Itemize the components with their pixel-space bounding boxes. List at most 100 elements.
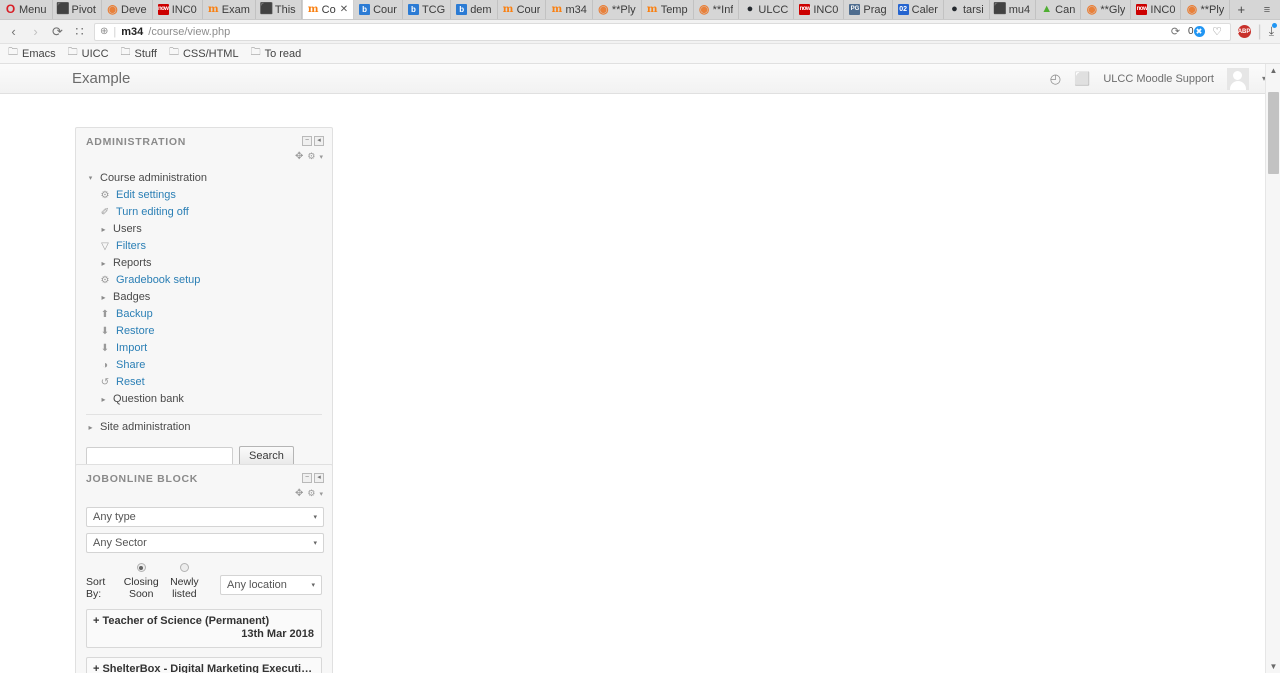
- bookmark-item[interactable]: 🗀 CSS/HTML: [169, 45, 239, 62]
- sidebar-item-edit-settings[interactable]: ⚙ Edit settings: [99, 187, 322, 204]
- adblock-plus-icon[interactable]: ABP: [1237, 25, 1251, 38]
- sidebar-item-turn-editing-off[interactable]: ✐ Turn editing off: [99, 204, 322, 221]
- radio-newly-listed[interactable]: [179, 563, 189, 572]
- browser-tab[interactable]: now INC0: [153, 0, 203, 19]
- browser-tab[interactable]: now INC0: [1131, 0, 1182, 19]
- course-content-area: ADMINISTRATION − ◂ ✥ ⚙ ▾ ▾ Course admini…: [0, 94, 1280, 673]
- browser-tab[interactable]: O Menu: [0, 0, 53, 19]
- avatar[interactable]: [1226, 67, 1249, 90]
- heart-icon[interactable]: ♡: [1210, 24, 1225, 40]
- notifications-icon[interactable]: ◴: [1050, 71, 1061, 87]
- jobonline-block-body: Any type ▾ Any Sector ▾ Sort By: Closing…: [76, 499, 332, 673]
- browser-tab[interactable]: ◉ **Ply: [1181, 0, 1231, 19]
- browser-tab[interactable]: 02 Caler: [893, 0, 944, 19]
- tab-title: **Ply: [1200, 3, 1225, 16]
- tab-list-button[interactable]: ≡: [1258, 0, 1276, 20]
- sidebar-item-badges[interactable]: ▸ Badges: [99, 289, 322, 306]
- vertical-scrollbar[interactable]: ▲ ▼: [1265, 64, 1280, 673]
- collapse-icon[interactable]: −: [302, 136, 312, 146]
- back-icon[interactable]: ‹: [6, 24, 21, 40]
- search-button[interactable]: Search: [239, 446, 294, 466]
- job-location-select[interactable]: Any location ▾: [219, 575, 322, 595]
- browser-tab[interactable]: b Cour: [354, 0, 403, 19]
- blocked-trackers-badge[interactable]: 0 ✖: [1188, 26, 1205, 37]
- sidebar-item-gradebook-setup[interactable]: ⚙ Gradebook setup: [99, 272, 322, 289]
- sidebar-item-share[interactable]: ◑ Share: [99, 357, 322, 374]
- browser-tab[interactable]: m Co ✕: [301, 0, 355, 19]
- speed-dial-icon[interactable]: ∷: [72, 24, 87, 40]
- job-title: + ShelterBox - Digital Marketing Executiv…: [93, 663, 314, 673]
- browser-tab[interactable]: ● ULCC: [739, 0, 795, 19]
- browser-tab[interactable]: b TCG: [403, 0, 452, 19]
- browser-tab[interactable]: ◉ Deve: [102, 0, 153, 19]
- scrollbar-thumb[interactable]: [1268, 92, 1279, 174]
- move-icon[interactable]: ✥: [295, 151, 303, 162]
- chevron-down-icon[interactable]: ▾: [319, 490, 323, 498]
- globe-icon: ⊕: [100, 26, 109, 37]
- admin-search-row: Search: [86, 436, 322, 466]
- sort-option-newly-listed[interactable]: Newly listed: [163, 563, 206, 600]
- browser-tab[interactable]: m Temp: [642, 0, 694, 19]
- gear-icon[interactable]: ⚙: [307, 151, 315, 162]
- collapse-icon[interactable]: −: [302, 473, 312, 483]
- new-tab-button[interactable]: +: [1230, 0, 1252, 19]
- browser-tab[interactable]: ◉ **Inf: [694, 0, 740, 19]
- gear-icon[interactable]: ⚙: [307, 488, 315, 499]
- address-bar[interactable]: ⊕ | m34 /course/view.php ⟳ 0 ✖ ♡: [94, 22, 1231, 41]
- sort-option-closing-soon[interactable]: Closing Soon: [120, 563, 163, 600]
- job-type-select[interactable]: Any type ▾: [86, 507, 324, 527]
- browser-tab[interactable]: m m34: [546, 0, 593, 19]
- browser-tab[interactable]: ▲ Can: [1036, 0, 1082, 19]
- bookmark-item[interactable]: 🗀 UICC: [68, 45, 109, 62]
- bookmark-item[interactable]: 🗀 Emacs: [8, 45, 56, 62]
- document-icon: ⬛: [993, 3, 1008, 15]
- chevron-down-icon[interactable]: ▾: [319, 153, 323, 161]
- browser-tab[interactable]: ● tarsi: [944, 0, 990, 19]
- sidebar-item-reports[interactable]: ▸ Reports: [99, 255, 322, 272]
- dock-icon[interactable]: ◂: [314, 473, 324, 483]
- sidebar-item-users[interactable]: ▸ Users: [99, 221, 322, 238]
- job-list-item[interactable]: + Teacher of Science (Permanent) 13th Mar …: [86, 609, 322, 648]
- browser-tab[interactable]: now INC0: [794, 0, 845, 19]
- messages-icon[interactable]: ⬜: [1074, 71, 1090, 87]
- page-reload-icon[interactable]: ⟳: [1168, 24, 1183, 40]
- search-input[interactable]: [86, 446, 233, 466]
- reload-icon[interactable]: ⟳: [50, 24, 65, 40]
- sidebar-item-restore[interactable]: ⬇ Restore: [99, 323, 322, 340]
- sidebar-item-filters[interactable]: ▽ Filters: [99, 238, 322, 255]
- expand-icon[interactable]: +: [93, 615, 99, 627]
- download-icon[interactable]: ⤓: [1269, 23, 1277, 39]
- dock-icon[interactable]: ◂: [314, 136, 324, 146]
- forward-icon[interactable]: ›: [28, 24, 43, 40]
- scroll-up-arrow[interactable]: ▲: [1266, 64, 1280, 77]
- browser-tab[interactable]: ⬛ mu4: [990, 0, 1037, 19]
- browser-tab[interactable]: m Exam: [203, 0, 256, 19]
- sidebar-item-question-bank[interactable]: ▸ Question bank: [99, 391, 322, 408]
- list-item: ▸ Users: [99, 221, 322, 238]
- browser-tab[interactable]: m Cour: [498, 0, 547, 19]
- browser-tab[interactable]: ⬛ Pivot: [53, 0, 102, 19]
- sidebar-item-label: Turn editing off: [116, 206, 189, 218]
- move-icon[interactable]: ✥: [295, 488, 303, 499]
- tab-title: Cour: [516, 3, 541, 16]
- sidebar-item-import[interactable]: ⬇ Import: [99, 340, 322, 357]
- radio-closing-soon[interactable]: [136, 563, 146, 572]
- browser-tab[interactable]: ⬛ This: [256, 0, 302, 19]
- target-icon: ◉: [598, 2, 609, 16]
- expand-icon[interactable]: +: [93, 663, 99, 673]
- browser-tab[interactable]: PG Prag: [844, 0, 893, 19]
- close-icon[interactable]: ✕: [340, 4, 348, 15]
- scroll-down-arrow[interactable]: ▼: [1266, 660, 1280, 673]
- sidebar-item-backup[interactable]: ⬆ Backup: [99, 306, 322, 323]
- sidebar-item-site-administration[interactable]: ▸ Site administration: [86, 419, 322, 436]
- job-list-item[interactable]: + ShelterBox - Digital Marketing Executiv…: [86, 657, 322, 673]
- administration-block-body: ▾ Course administration ⚙ Edit settings ✐ T…: [76, 162, 332, 476]
- bookmark-item[interactable]: 🗀 Stuff: [121, 45, 157, 62]
- bookmark-item[interactable]: 🗀 To read: [251, 45, 302, 62]
- browser-tab[interactable]: ◉ **Gly: [1081, 0, 1132, 19]
- sidebar-item-course-administration[interactable]: ▾ Course administration: [86, 170, 322, 187]
- browser-tab[interactable]: b dem: [451, 0, 498, 19]
- sidebar-item-reset[interactable]: ↺ Reset: [99, 374, 322, 391]
- job-sector-select[interactable]: Any Sector ▾: [86, 533, 324, 553]
- browser-tab[interactable]: ◉ **Ply: [593, 0, 642, 19]
